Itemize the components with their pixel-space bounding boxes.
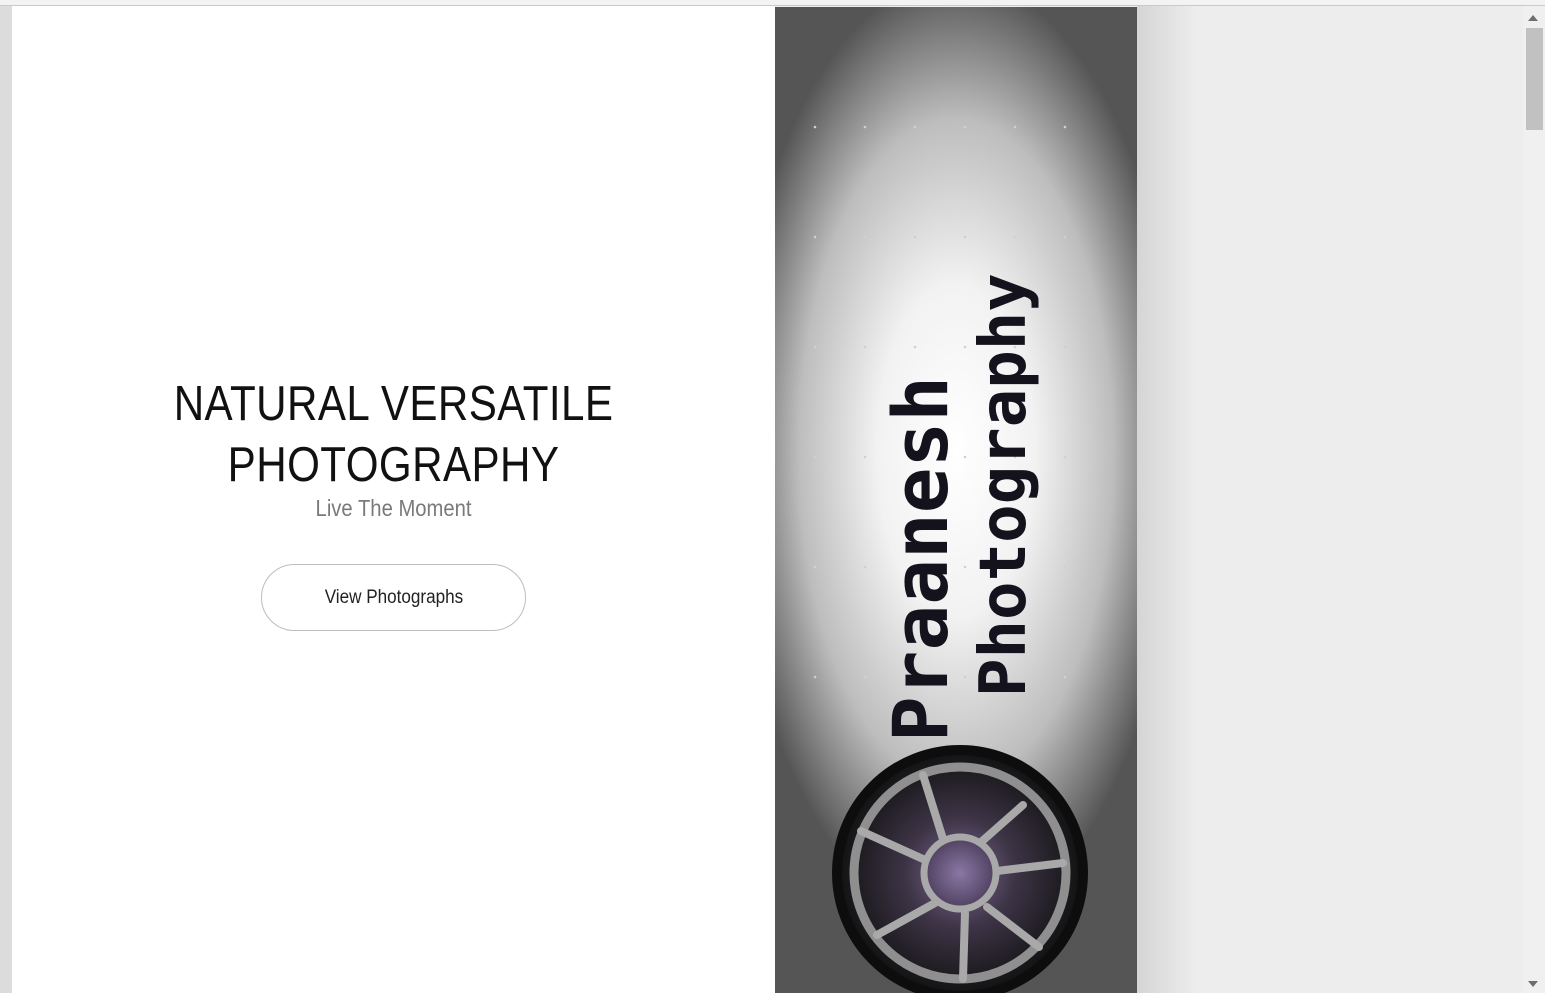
hero-title-line-2: PHOTOGRAPHY: [227, 438, 560, 492]
logo-text-line-2: Photography: [967, 273, 1041, 697]
scroll-up-arrow-icon[interactable]: [1528, 15, 1538, 21]
logo-text-line-1: Praanesh: [876, 376, 965, 742]
banner-shadow: [1137, 6, 1197, 993]
hero-section: NATURAL VERSATILE PHOTOGRAPHY Live The M…: [12, 6, 775, 993]
logo-banner-graphic: Praanesh Photography: [813, 125, 1088, 993]
vertical-scrollbar[interactable]: [1523, 6, 1545, 993]
hero-title: NATURAL VERSATILE PHOTOGRAPHY: [65, 374, 721, 496]
hero-subtitle: Live The Moment: [315, 495, 472, 521]
view-photographs-button[interactable]: View Photographs: [261, 564, 526, 631]
page: NATURAL VERSATILE PHOTOGRAPHY Live The M…: [12, 6, 1523, 993]
hero-title-line-1: NATURAL VERSATILE: [173, 377, 614, 431]
logo-banner-image: Praanesh Photography: [775, 7, 1137, 993]
view-photographs-label: View Photographs: [324, 586, 463, 608]
camera-aperture-icon: [832, 745, 1088, 993]
scrollbar-thumb[interactable]: [1526, 28, 1543, 130]
scroll-down-arrow-icon[interactable]: [1528, 981, 1538, 987]
